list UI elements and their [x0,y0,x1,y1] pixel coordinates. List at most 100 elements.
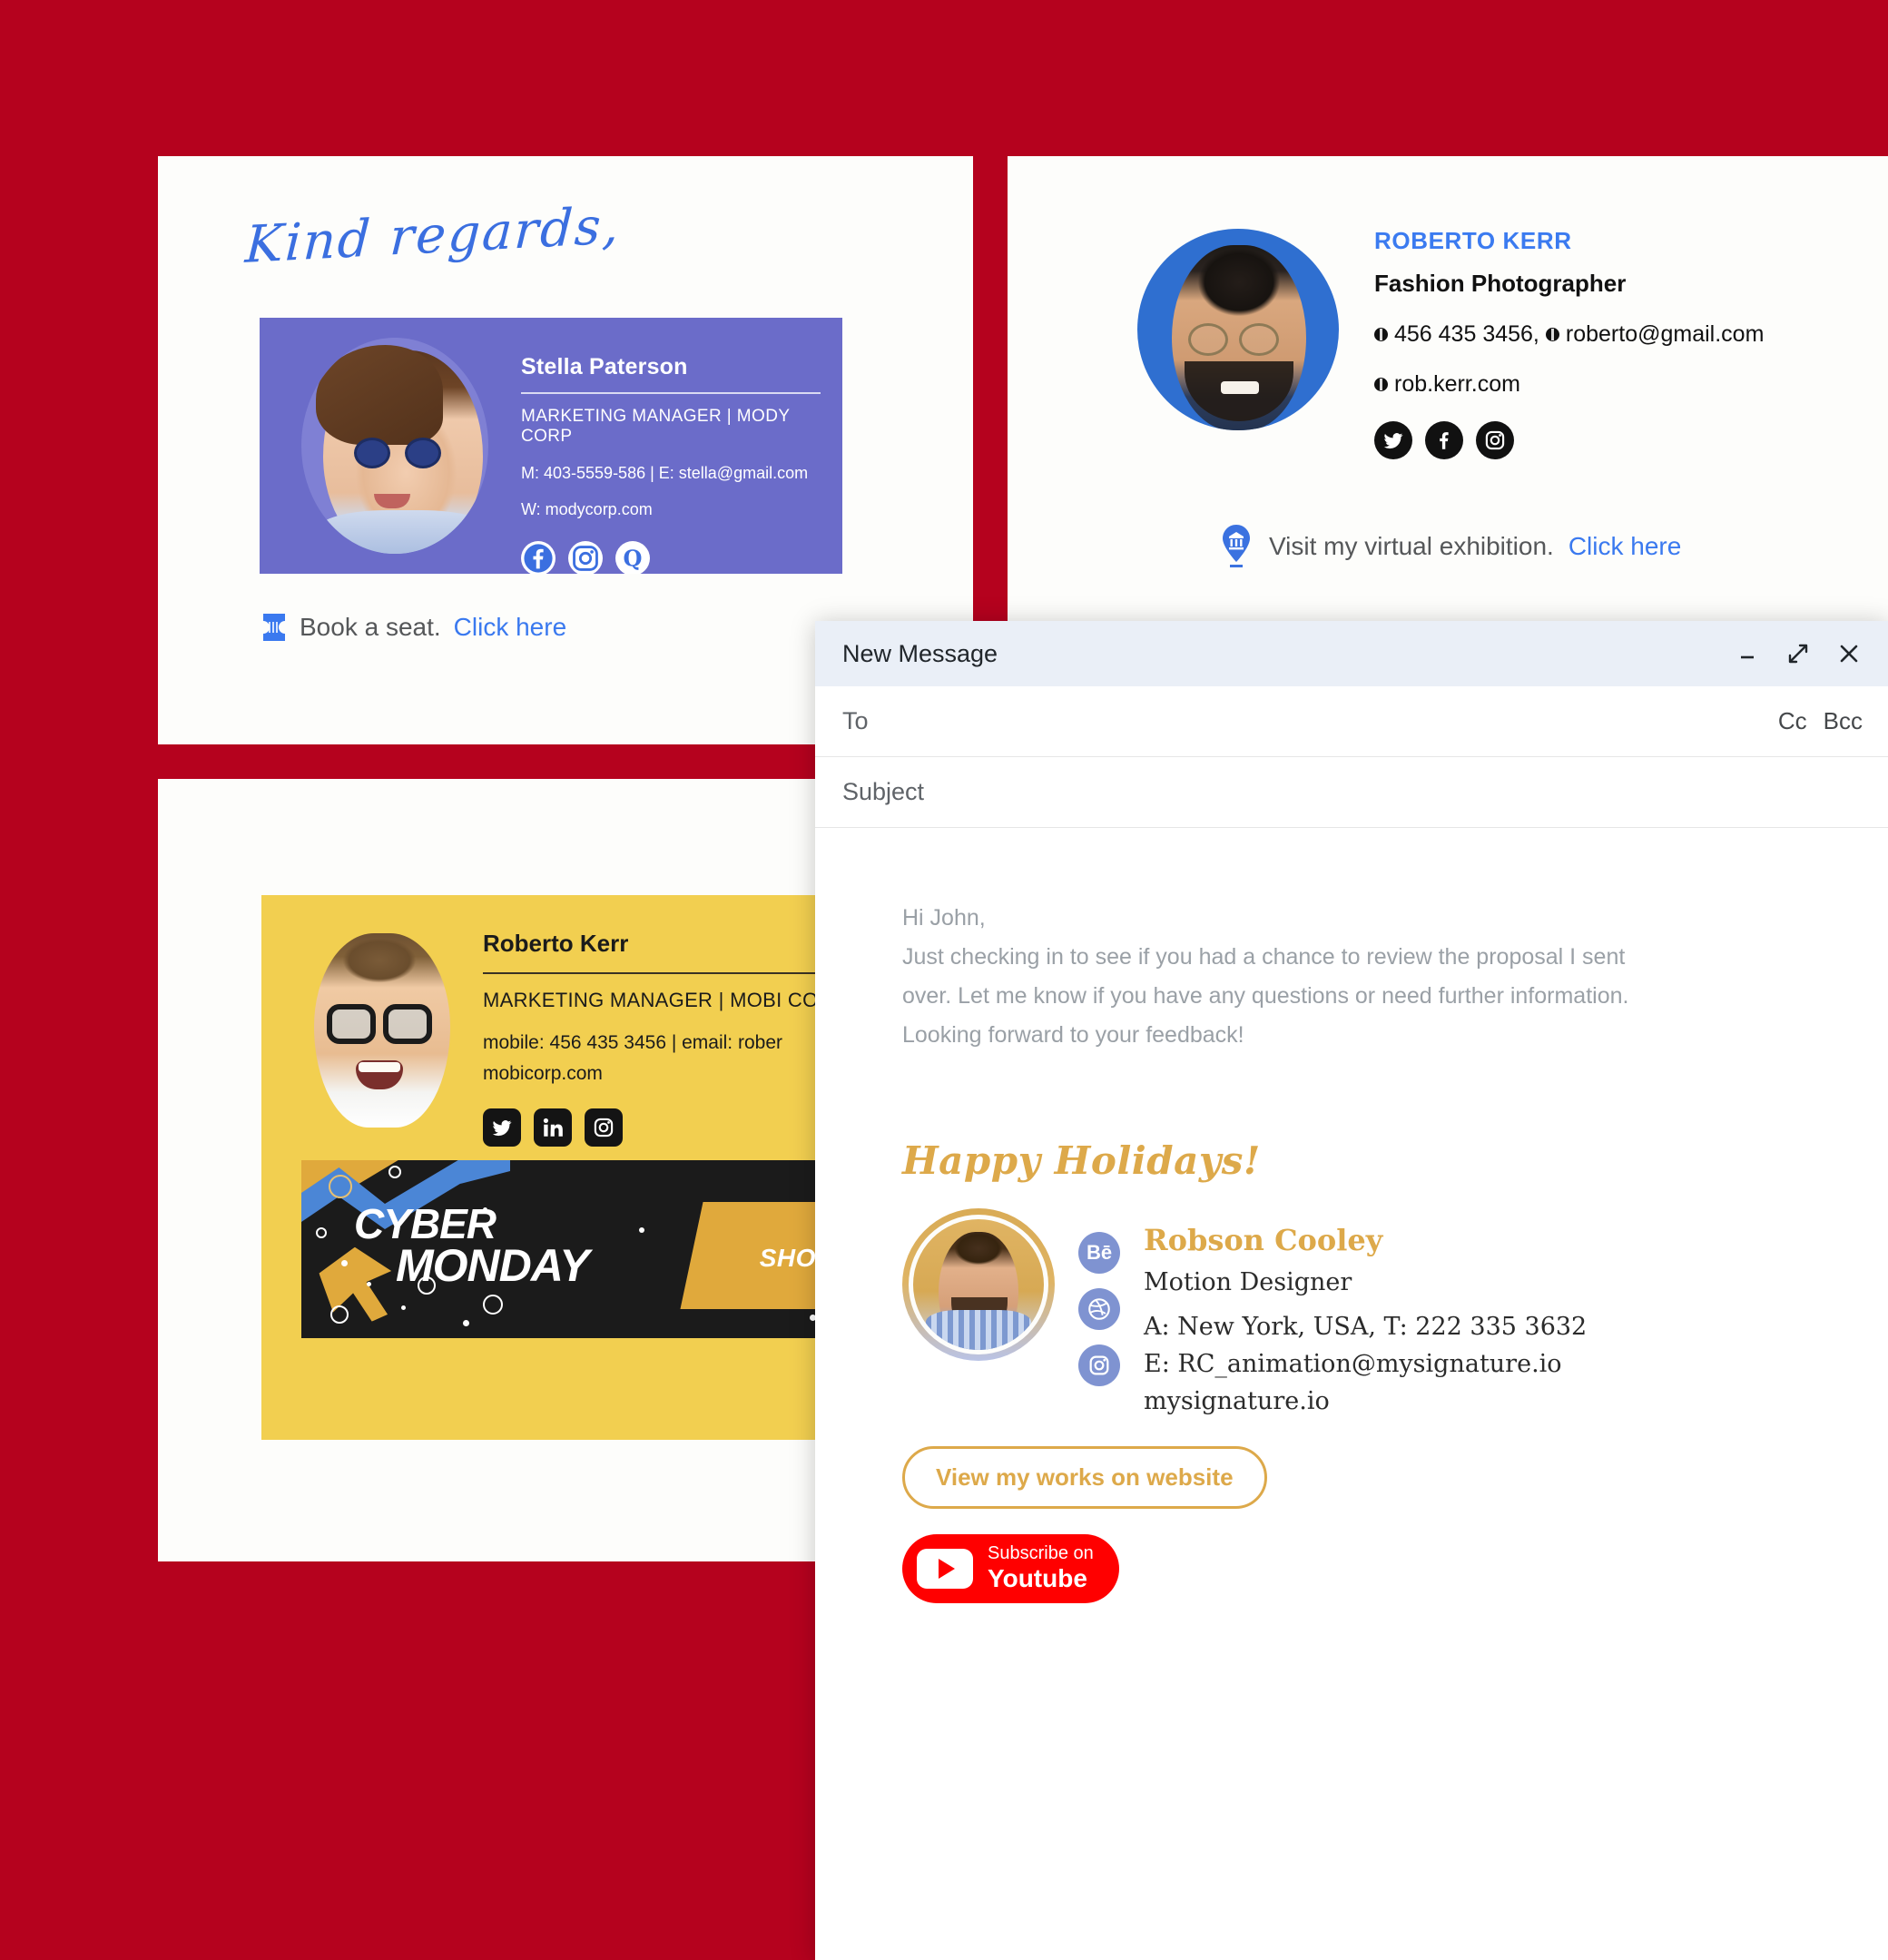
stella-contact-line-2: W: modycorp.com [521,500,653,518]
instagram-icon[interactable] [1078,1344,1120,1386]
phone-icon [1374,328,1388,341]
roberto-role: Fashion Photographer [1374,270,1627,297]
body-line-4: Looking forward to your feedback! [902,1022,1244,1048]
book-seat-cta[interactable]: Book a seat. Click here [261,612,566,643]
roberto-phone: 456 435 3456, [1394,321,1539,347]
decor-ring [483,1295,503,1315]
body-line-3: over. Let me know if you have any questi… [902,983,1629,1009]
ticket-icon [263,614,285,641]
robson-avatar [902,1208,1055,1361]
book-seat-label: Book a seat. [300,613,441,641]
robson-role: Motion Designer [1144,1268,1352,1296]
signature-card-roberto: ROBERTO KERR Fashion Photographer 456 43… [1008,156,1888,628]
robson-email: E: RC_animation@mysignature.io [1144,1350,1562,1378]
quora-icon[interactable]: Q [615,541,650,574]
minimize-icon[interactable] [1734,640,1761,667]
exhibition-label: Visit my virtual exhibition. [1269,532,1554,560]
lens-right [1239,323,1279,356]
robson-website: mysignature.io [1144,1387,1330,1415]
twitter-icon[interactable] [1374,421,1412,459]
view-works-button[interactable]: View my works on website [902,1446,1267,1509]
compose-body[interactable]: Hi John, Just checking in to see if you … [815,828,1888,1603]
decor-dot [401,1305,406,1310]
compose-header: New Message [815,621,1888,686]
collar-shape [318,510,488,554]
decor-ring [329,1175,352,1198]
cyber-monday-banner[interactable]: CYBER MONDAY SHOP N [301,1160,864,1338]
book-seat-link[interactable]: Click here [454,613,566,642]
roberto-avatar [1137,229,1339,430]
window-controls [1734,640,1863,667]
linkedin-icon[interactable] [534,1108,572,1147]
bcc-button[interactable]: Bcc [1824,707,1863,735]
divider [521,392,821,394]
compose-window: New Message To Cc Bcc Subject Hi John, J… [815,621,1888,1960]
stella-info-block: Stella Paterson MARKETING MANAGER | MODY… [521,354,821,574]
roberto-yellow-business-card: Roberto Kerr MARKETING MANAGER | MOBI CO… [261,895,897,1440]
decor-ring [316,1227,327,1238]
stella-role: MARKETING MANAGER | MODY CORP [521,407,791,446]
to-label: To [842,707,869,734]
virtual-exhibition-cta[interactable]: Visit my virtual exhibition. Click here [1218,524,1681,569]
signature-social-links: Bē [1078,1208,1120,1415]
roberto-social-links [1374,421,1764,459]
stella-social-links: Q [521,541,821,574]
body-line-1: Hi John, [902,905,986,931]
instagram-icon[interactable] [585,1108,623,1147]
email-icon [1545,328,1559,341]
decor-dot [639,1227,644,1233]
stella-business-card: Stella Paterson MARKETING MANAGER | MODY… [260,318,842,574]
subject-field-row[interactable]: Subject [815,757,1888,828]
compose-title: New Message [842,639,998,667]
lens-right [383,1004,432,1044]
exhibition-link[interactable]: Click here [1568,532,1681,561]
shop-now-label[interactable]: SHOP N [760,1244,859,1273]
eyeglasses-icon [1188,323,1290,356]
plaid-shirt-shape [926,1310,1031,1350]
robson-address: A: New York, USA, T: 222 335 3632 [1144,1313,1588,1341]
banner-line-2: MONDAY [396,1240,590,1292]
email-signature: Happy Holidays! Bē Robson Cooley Motion … [902,1138,1817,1603]
roberto-yellow-portrait-illustration [314,933,450,1128]
decor-ring [330,1305,349,1324]
kind-regards-greeting: Kind regards, [243,196,623,275]
subscribe-youtube-button[interactable]: Subscribe on Youtube [902,1534,1119,1603]
cc-button[interactable]: Cc [1778,707,1807,735]
dribbble-icon[interactable] [1078,1288,1120,1330]
robson-name: Robson Cooley [1144,1223,1383,1257]
lens-right [405,438,441,468]
avatar-ring [909,1215,1048,1354]
robson-portrait-illustration [913,1219,1044,1350]
roberto-portrait-illustration [1172,245,1306,430]
roberto-contact-line-1: 456 435 3456, roberto@gmail.com [1374,321,1764,348]
facebook-icon[interactable] [1425,421,1463,459]
expand-icon[interactable] [1785,640,1812,667]
stella-avatar [301,338,488,554]
close-icon[interactable] [1835,640,1863,667]
youtube-label: Subscribe on Youtube [988,1543,1094,1594]
behance-icon[interactable]: Bē [1078,1232,1120,1274]
roberto-email: roberto@gmail.com [1565,321,1765,347]
body-line-2: Just checking in to see if you had a cha… [902,944,1626,970]
decor-ring [388,1166,401,1178]
stella-name: Stella Paterson [521,354,688,379]
youtube-label-small: Subscribe on [988,1543,1094,1563]
instagram-icon[interactable] [1476,421,1514,459]
roberto-name: ROBERTO KERR [1374,227,1572,254]
to-field-row[interactable]: To Cc Bcc [815,686,1888,757]
stella-portrait-illustration [316,345,488,554]
youtube-play-icon [917,1548,973,1589]
lens-left [327,1004,376,1044]
behance-glyph: Bē [1086,1241,1113,1264]
instagram-icon[interactable] [568,541,603,574]
facebook-icon[interactable] [521,541,556,574]
eyeglasses-icon [327,1004,439,1044]
svg-text:Q: Q [624,546,643,572]
mouth-shape [356,1060,403,1089]
decor-dot [341,1260,348,1266]
twitter-icon[interactable] [483,1108,521,1147]
signature-greeting: Happy Holidays! [902,1138,1261,1183]
roberto-website: rob.kerr.com [1394,371,1520,397]
smile-shape [1221,381,1259,394]
subject-label: Subject [842,778,925,805]
